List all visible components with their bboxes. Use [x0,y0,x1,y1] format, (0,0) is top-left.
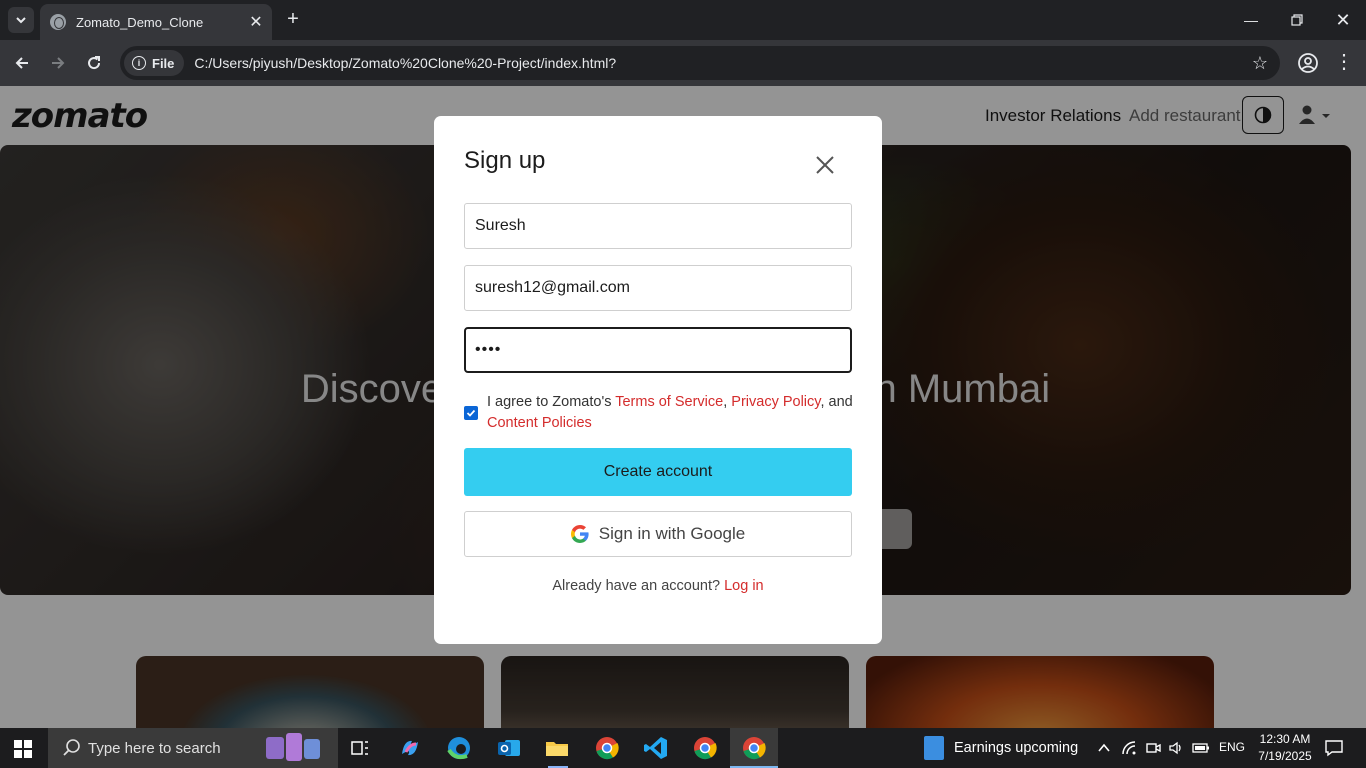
modal-title: Sign up [464,147,546,174]
arrow-right-icon [52,57,65,69]
clock[interactable]: 12:30 AM 7/19/2025 [1255,731,1315,765]
new-tab-button[interactable]: + [282,9,304,31]
info-icon: i [132,56,146,70]
back-button[interactable] [8,49,36,77]
clock-date: 7/19/2025 [1258,749,1312,763]
close-window-button[interactable]: ✕ [1320,0,1366,40]
content-policies-link[interactable]: Content Policies [487,415,592,431]
chevron-up-icon[interactable] [1097,741,1111,755]
address-bar[interactable]: i File C:/Users/piyush/Desktop/Zomato%20… [120,46,1280,80]
news-icon [924,736,944,760]
windows-taskbar: Type here to search Earnings upcoming EN… [0,728,1366,768]
agree-text: I agree to Zomato's Terms of Service, Pr… [487,392,857,434]
agree-prefix: I agree to Zomato's [487,394,616,410]
taskbar-search[interactable]: Type here to search [48,728,338,768]
restore-button[interactable] [1274,0,1320,40]
edge-icon[interactable] [445,734,473,762]
battery-icon[interactable] [1192,741,1210,755]
restore-icon [1291,14,1303,26]
tab-title: Zomato_Demo_Clone [76,14,204,30]
privacy-link[interactable]: Privacy Policy [731,394,820,410]
tab-close-icon[interactable]: ✕ [246,12,266,32]
site-info-chip[interactable]: i File [124,50,185,76]
agree-checkbox[interactable] [464,406,478,420]
wifi-icon[interactable] [1121,740,1137,756]
browser-tab[interactable]: Zomato_Demo_Clone ✕ [40,4,272,40]
password-field[interactable] [464,327,852,373]
vscode-icon[interactable] [642,734,670,762]
email-field[interactable] [464,265,852,311]
news-text: Earnings upcoming [954,740,1079,756]
signup-modal: Sign up I agree to Zomato's Terms of Ser… [434,116,882,644]
arrow-left-icon [15,57,28,69]
news-widget[interactable]: Earnings upcoming [924,736,1078,760]
full-name-field[interactable] [464,203,852,249]
bookmark-star-icon[interactable]: ☆ [1252,53,1268,74]
task-view-icon[interactable] [346,734,374,762]
chrome-icon [743,737,766,760]
login-link[interactable]: Log in [724,578,764,594]
login-prompt: Already have an account? Log in [434,578,882,594]
meet-now-icon[interactable] [1145,740,1161,756]
checkmark-icon [466,409,476,417]
search-icon [63,739,80,756]
chevron-down-icon [16,17,26,24]
clock-time: 12:30 AM [1259,732,1311,746]
chrome-alt-profile-icon[interactable] [691,734,719,762]
terms-link[interactable]: Terms of Service [615,394,723,410]
search-highlight-icon [266,733,320,761]
language-indicator[interactable]: ENG [1219,740,1245,754]
chrome-profile-icon[interactable] [593,734,621,762]
windows-start-icon[interactable] [14,740,32,758]
file-label: File [152,55,175,71]
minimize-button[interactable]: — [1228,0,1274,40]
chrome-active-task[interactable] [730,728,778,768]
more-menu-icon[interactable]: ⋮ [1334,51,1354,75]
tab-search-button[interactable] [8,7,34,33]
google-button-label: Sign in with Google [598,524,746,543]
create-account-button[interactable]: Create account [464,448,852,496]
url-text: C:/Users/piyush/Desktop/Zomato%20Clone%2… [194,55,617,71]
reload-button[interactable] [80,49,108,77]
forward-button[interactable] [44,49,72,77]
file-explorer-icon[interactable] [543,734,571,762]
notification-icon[interactable] [1324,738,1344,758]
and-text: , and [820,394,853,410]
copilot-icon[interactable] [396,734,424,762]
web-page: zomato Investor Relations Add restaurant… [0,86,1366,728]
browser-tab-bar: Zomato_Demo_Clone ✕ + — ✕ [0,0,1366,40]
browser-toolbar: i File C:/Users/piyush/Desktop/Zomato%20… [0,40,1366,86]
search-placeholder: Type here to search [88,739,221,757]
profile-icon[interactable] [1296,51,1320,75]
google-icon [570,525,589,543]
google-signin-button[interactable]: Sign in with Google [464,511,852,557]
globe-icon [50,14,66,30]
volume-icon[interactable] [1168,740,1184,756]
outlook-icon[interactable] [495,734,523,762]
login-prompt-text: Already have an account? [552,578,725,594]
reload-icon [88,56,101,70]
close-icon[interactable] [812,152,838,178]
